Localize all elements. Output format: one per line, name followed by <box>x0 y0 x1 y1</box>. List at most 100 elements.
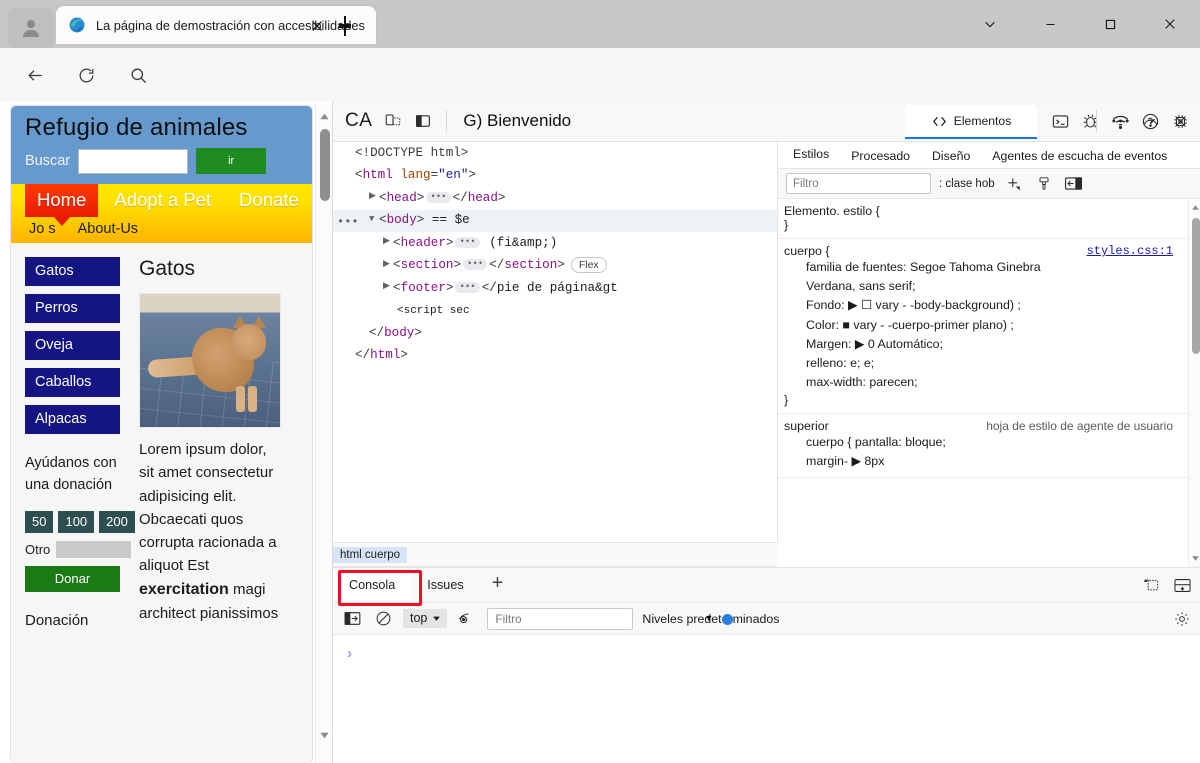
category-gatos[interactable]: Gatos <box>25 257 120 286</box>
console-output[interactable]: › <box>333 635 1200 763</box>
style-declaration[interactable]: familia de fuentes: Segoe Tahoma Ginebra <box>784 258 1191 277</box>
scrollbar-thumb[interactable] <box>319 129 330 201</box>
styles-scrollbar[interactable] <box>1188 200 1200 567</box>
dom-node-row[interactable]: <html lang="en"> <box>333 165 777 188</box>
amount-200[interactable]: 200 <box>99 510 135 533</box>
nav-item-donate[interactable]: Donate <box>227 184 311 217</box>
device-toolbar-button[interactable] <box>378 106 408 136</box>
clear-console-button[interactable] <box>372 608 394 630</box>
category-oveja[interactable]: Oveja <box>25 331 120 360</box>
panel-console-button[interactable] <box>1045 106 1075 136</box>
tab-event-listeners[interactable]: Agentes de escucha de eventos <box>981 145 1178 168</box>
site-search-input[interactable] <box>78 148 189 174</box>
cat-leg-back <box>248 386 257 412</box>
console-sidebar-button[interactable] <box>341 608 363 630</box>
site-search-go-button[interactable]: ir <box>196 148 267 174</box>
style-declaration[interactable]: max-width: parecen; <box>784 373 1191 392</box>
tab-consola[interactable]: Consola <box>333 570 412 600</box>
styles-scrollbar-thumb[interactable] <box>1191 218 1200 354</box>
new-style-rule-button[interactable] <box>1003 174 1025 194</box>
style-declaration[interactable]: margin- ▶ 8px <box>784 452 1191 471</box>
donate-button[interactable]: Donar <box>25 565 120 592</box>
minimize-button[interactable] <box>1020 0 1080 48</box>
styles-rules-list[interactable]: Elemento. estilo {} cuerpo {styles.css:1 f… <box>778 199 1200 537</box>
console-settings-button[interactable] <box>1171 608 1193 630</box>
console-filter-input[interactable]: Filtro <box>487 607 634 630</box>
refresh-button[interactable] <box>69 58 103 92</box>
back-button[interactable] <box>18 58 52 92</box>
dom-node-row[interactable]: ▶ <head> ••• </head> <box>333 187 777 210</box>
style-declaration[interactable]: Fondo: ▶ ☐ vary - -body-background) ; <box>784 296 1191 315</box>
class-hover-toggle[interactable]: : clase hob <box>939 178 995 190</box>
styles-filter-input[interactable]: Filtro <box>786 173 931 194</box>
style-declaration[interactable]: cuerpo { pantalla: bloque; <box>784 433 1191 452</box>
more-options-icon <box>1111 119 1129 123</box>
close-window-button[interactable] <box>1140 0 1200 48</box>
tab-procesado[interactable]: Procesado <box>840 145 921 168</box>
style-rule[interactable]: cuerpo {styles.css:1 familia de fuentes: … <box>778 239 1200 414</box>
styles-scroll-up-icon[interactable] <box>1191 203 1200 212</box>
dom-node-row[interactable]: </html> <box>333 345 777 368</box>
nav-item-home[interactable]: Home <box>25 184 99 217</box>
category-caballos[interactable]: Caballos <box>25 368 120 397</box>
style-declaration[interactable]: Verdana, sans serif; <box>784 277 1191 296</box>
dock-bottom-button[interactable] <box>1171 574 1193 596</box>
maximize-button[interactable] <box>1080 0 1140 48</box>
dom-node-row[interactable]: </body> <box>333 322 777 345</box>
devtools-help-button[interactable] <box>1135 106 1165 136</box>
dom-node-row[interactable]: ▶ <footer> ••• </pie de página&gt <box>333 277 777 300</box>
category-perros[interactable]: Perros <box>25 294 120 323</box>
dom-node-row[interactable]: <!DOCTYPE html> <box>333 142 777 165</box>
style-rule-source[interactable]: styles.css:1 <box>1087 244 1173 258</box>
tab-search-button[interactable] <box>960 0 1020 48</box>
restore-drawer-button[interactable] <box>1139 574 1161 596</box>
add-drawer-tab-button[interactable]: + <box>480 570 516 601</box>
avatar-icon <box>23 20 39 37</box>
breadcrumb-item[interactable]: html cuerpo <box>333 546 408 563</box>
tab-diseno[interactable]: Diseño <box>921 145 981 168</box>
scroll-down-icon[interactable] <box>319 730 330 741</box>
browser-tab[interactable]: La página de demostración con accesibili… <box>56 6 376 44</box>
style-rule-source[interactable]: hoja de estilo de agente de usuario <box>986 419 1173 433</box>
page-scrollbar[interactable] <box>315 105 332 763</box>
welcome-tab-label[interactable]: G) Bienvenido <box>463 111 571 131</box>
live-expression-button[interactable] <box>456 608 478 630</box>
computed-style-button[interactable] <box>1033 174 1055 194</box>
panel-application-button[interactable] <box>1195 106 1200 136</box>
nav-item-adopt[interactable]: Adopt a Pet <box>102 184 223 217</box>
dom-node-row[interactable]: <script sec <box>333 300 777 323</box>
tab-issues[interactable]: Issues <box>411 571 479 600</box>
style-rule[interactable]: Elemento. estilo {} <box>778 199 1200 239</box>
toggle-styles-sidebar-button[interactable] <box>1063 174 1085 194</box>
tab-close-icon[interactable] <box>310 19 324 33</box>
style-declaration[interactable]: Margen: ▶ 0 Automático; <box>784 335 1191 354</box>
tab-estilos[interactable]: Estilos <box>782 143 841 168</box>
dom-tree[interactable]: <!DOCTYPE html> <html lang="en"> ▶ <head> ••… <box>333 142 777 542</box>
search-button[interactable] <box>121 58 155 92</box>
styles-scroll-down-icon[interactable] <box>1191 554 1200 563</box>
dom-node-row[interactable]: ▶ <section> ••• </section> Flex <box>333 255 777 278</box>
style-declaration[interactable]: Color: ■ vary - -cuerpo-primer plano) ; <box>784 316 1191 335</box>
dom-node-row[interactable]: ▶ <header> ••• (fi&amp;) <box>333 232 777 255</box>
dom-node-row[interactable]: ••• ▼ <body> == $e <box>333 209 777 233</box>
article-text-bold: exercitation <box>139 580 229 598</box>
style-rule-close: } <box>784 392 789 407</box>
console-context-selector[interactable]: top <box>403 609 448 628</box>
cat-head <box>232 324 266 360</box>
category-alpacas[interactable]: Alpacas <box>25 405 120 434</box>
devtools-inspect-label[interactable]: CA <box>333 110 378 132</box>
subnav-item-jobs[interactable]: Jo s <box>29 221 56 237</box>
style-rule[interactable]: superior hoja de estilo de agente de usua… <box>778 414 1200 478</box>
console-levels-selector[interactable]: Niveles predeterminados ▼ <box>642 612 779 626</box>
style-declaration[interactable]: relleno: e; e; <box>784 354 1191 373</box>
profile-button[interactable] <box>8 8 54 48</box>
scroll-up-icon[interactable] <box>319 111 330 122</box>
dock-side-button[interactable] <box>408 106 438 136</box>
amount-100[interactable]: 100 <box>58 510 95 533</box>
other-amount-input[interactable] <box>56 540 131 558</box>
devtools-close-button[interactable] <box>1165 106 1195 136</box>
tab-elements[interactable]: Elementos <box>905 105 1037 139</box>
amount-50[interactable]: 50 <box>25 510 54 533</box>
devtools-more-button[interactable] <box>1105 106 1135 136</box>
subnav-item-about[interactable]: About-Us <box>78 221 138 237</box>
